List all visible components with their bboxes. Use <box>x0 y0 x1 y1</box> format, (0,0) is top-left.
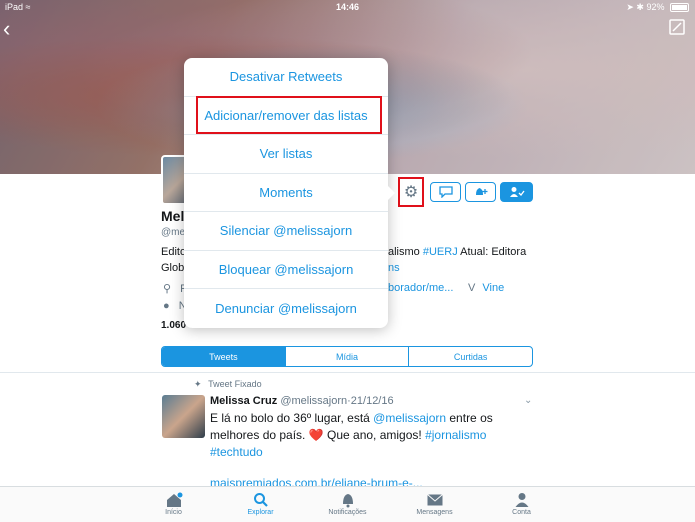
gear-icon: ⚙ <box>403 184 419 201</box>
bio-text: Edito <box>161 246 187 258</box>
tweet-hashtag[interactable]: #jornalismo <box>425 428 486 442</box>
tab-tweets[interactable]: Tweets <box>162 347 286 366</box>
gear-button[interactable]: ⚙ <box>398 177 424 207</box>
home-icon <box>165 491 183 509</box>
search-icon <box>253 491 269 509</box>
bio-link[interactable]: ns <box>388 262 400 274</box>
bio-line-1: Edito <box>161 246 186 258</box>
tweet-mention[interactable]: @melissajorn <box>373 411 446 425</box>
tabbar-account[interactable]: Conta <box>478 487 565 522</box>
bio-line-2: Glob <box>161 262 185 274</box>
battery-icon <box>670 3 689 13</box>
menu-item-report[interactable]: Denunciar @melissajorn <box>184 289 388 328</box>
pinned-label: ✦ Tweet Fixado <box>194 379 262 389</box>
location-pin-icon: ⚲ <box>163 283 172 295</box>
envelope-icon <box>426 491 443 509</box>
pin-icon: ✦ <box>194 379 202 389</box>
profile-name: Mel <box>161 208 185 224</box>
tweet-header: Melissa Cruz @melissajorn·21/12/16 <box>210 395 394 407</box>
vine-link[interactable]: V Vine <box>468 282 504 294</box>
tweet-hashtag[interactable]: #techtudo <box>210 445 263 459</box>
menu-item-mute[interactable]: Silenciar @melissajorn <box>184 212 388 251</box>
status-bar: iPad ≈ 14:46 ➤ ✱ 92% <box>0 0 695 16</box>
bell-icon <box>341 491 355 509</box>
actions-popover-menu: Desativar Retweets Adicionar/remover das… <box>184 58 395 328</box>
notifications-toggle-button[interactable] <box>465 182 496 202</box>
menu-item-disable-retweets[interactable]: Desativar Retweets <box>184 58 388 97</box>
following-count[interactable]: 1.060 <box>161 320 186 331</box>
bottom-tab-bar: Início Explorar Notificações Mensagens C… <box>0 486 695 522</box>
vine-icon: V <box>468 282 476 294</box>
popover-arrow <box>387 185 395 201</box>
bluetooth-icon: ✱ <box>636 2 644 12</box>
status-time: 14:46 <box>335 2 360 12</box>
profile-handle: @me <box>161 227 186 238</box>
chevron-down-icon[interactable]: ⌄ <box>524 395 532 406</box>
tweet-author[interactable]: Melissa Cruz <box>210 395 277 407</box>
tweet-text: E lá no bolo do 36º lugar, está @melissa… <box>210 411 493 459</box>
tab-media[interactable]: Mídia <box>286 347 410 366</box>
tweet-date: 21/12/16 <box>350 395 394 407</box>
bio-text: alismo <box>388 246 420 258</box>
tweet-handle: @melissajorn <box>280 395 348 407</box>
menu-item-view-lists[interactable]: Ver listas <box>184 135 388 174</box>
tabbar-messages[interactable]: Mensagens <box>391 487 478 522</box>
bio-line-1-right: alismo #UERJ Atual: Editora <box>388 246 526 258</box>
status-right: ➤ ✱ 92% <box>626 2 689 13</box>
person-icon <box>515 491 529 509</box>
following-button[interactable] <box>500 182 533 202</box>
profile-tabs: Tweets Mídia Curtidas <box>161 346 533 367</box>
back-button[interactable]: ‹ <box>3 18 21 40</box>
bell-plus-icon <box>475 188 487 195</box>
edit-icon[interactable] <box>669 19 685 35</box>
message-button[interactable] <box>430 182 461 202</box>
message-icon <box>438 186 453 198</box>
tabbar-home[interactable]: Início <box>130 487 217 522</box>
divider <box>0 372 695 373</box>
menu-item-block[interactable]: Bloquear @melissajorn <box>184 251 388 289</box>
tabbar-explore[interactable]: Explorar <box>217 487 304 522</box>
tweet-avatar[interactable] <box>162 395 205 438</box>
heart-emoji: ❤️ <box>308 428 324 442</box>
website-link[interactable]: borador/me... <box>388 282 453 294</box>
location-arrow-icon: ➤ <box>626 2 634 12</box>
tabbar-notifications[interactable]: Notificações <box>304 487 391 522</box>
menu-item-add-remove-lists[interactable]: Adicionar/remover das listas <box>184 97 388 135</box>
bio-text: Atual: Editora <box>460 246 527 258</box>
tab-likes[interactable]: Curtidas <box>409 347 532 366</box>
battery-percent: 92% <box>646 2 665 12</box>
person-check-icon <box>509 187 525 197</box>
bio-hashtag[interactable]: #UERJ <box>423 246 458 258</box>
menu-item-moments[interactable]: Moments <box>184 174 388 212</box>
balloon-icon: ● <box>163 300 170 312</box>
